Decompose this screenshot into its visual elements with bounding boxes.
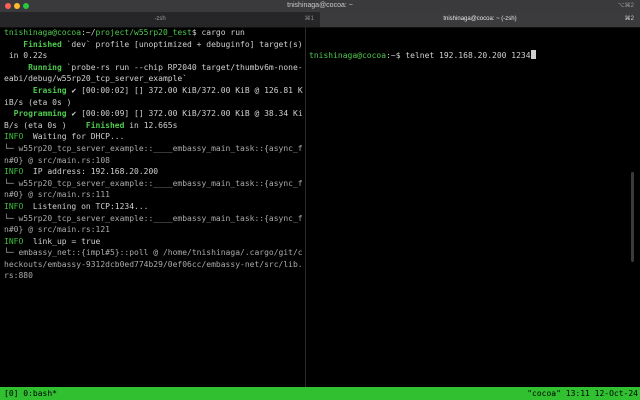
text-cursor <box>530 50 536 60</box>
tmux-status-bar: [0] 0:bash* "cocoa" 13:11 12-Oct-24 <box>0 387 640 400</box>
terminal-text: └─ w55rp20_tcp_server_example::____embas… <box>4 178 303 188</box>
terminal-line: Running `probe-rs run --chip RP2040 targ… <box>4 62 303 74</box>
terminal-text: Erasing <box>4 85 67 95</box>
terminal-text: ✔ [00:00:02] [] 372.00 KiB/372.00 KiB @ … <box>66 85 303 95</box>
terminal-text: INFO <box>4 201 24 211</box>
tab-shortcut: ⌘2 <box>624 16 634 22</box>
prompt-path: :~$ <box>386 51 406 61</box>
terminal-text: iB/s (eta 0s ) <box>4 97 72 107</box>
terminal-text: Listening on TCP:1234... <box>23 201 149 211</box>
terminal-line: └─ embassy_net::{impl#5}::poll @ /home/t… <box>4 247 303 259</box>
terminal-line: Erasing ✔ [00:00:02] [] 372.00 KiB/372.0… <box>4 85 303 97</box>
terminal-text: rs:880 <box>4 271 33 281</box>
window-titlebar: tnishinaga@cocoa: ~ ⌥⌘2 <box>0 0 640 12</box>
terminal-text: in 12.665s <box>124 120 178 130</box>
terminal-text: eabi/debug/w55rp20_tcp_server_example` <box>4 74 188 84</box>
window-title: tnishinaga@cocoa: ~ <box>287 2 353 9</box>
terminal-text: IP address: 192.168.20.200 <box>23 167 159 177</box>
terminal-line: rs:880 <box>4 270 303 282</box>
terminal-text: INFO <box>4 132 24 142</box>
terminal-text: heckouts/embassy-9312dcb0ed774b29/0ef06c… <box>4 259 303 269</box>
terminal-text: project/w55rp20_test <box>95 28 192 37</box>
terminal-text: n#0} @ src/main.rs:121 <box>4 225 110 235</box>
terminal-line: └─ w55rp20_tcp_server_example::____embas… <box>4 143 303 155</box>
terminal-text: └─ w55rp20_tcp_server_example::____embas… <box>4 143 303 153</box>
terminal-text: Programming <box>4 109 67 119</box>
terminal-pane-left[interactable]: tnishinaga@cocoa:~/project/w55rp20_test$… <box>4 27 303 387</box>
terminal-text: INFO <box>4 167 24 177</box>
terminal-text: B/s (eta 0s ) <box>4 120 67 130</box>
terminal-text: Finished <box>4 39 62 49</box>
minimize-button[interactable] <box>14 3 20 9</box>
status-session[interactable]: [0] 0:bash* <box>4 387 57 400</box>
tab-tnishinaga-cocoa[interactable]: tnishinaga@cocoa: ~ (-zsh) ⌘2 <box>320 12 640 27</box>
prompt-user: tnishinaga@cocoa <box>309 51 387 61</box>
terminal-text: tnishinaga@cocoa <box>4 28 82 37</box>
terminal-text: in 0.22s <box>4 51 48 61</box>
command-text: telnet 192.168.20.200 1234 <box>405 51 531 61</box>
close-button[interactable] <box>5 3 11 9</box>
terminal-line: n#0} @ src/main.rs:108 <box>4 155 303 167</box>
terminal-text: $ cargo run <box>191 28 245 37</box>
tab-zsh[interactable]: -zsh ⌘1 <box>0 12 320 27</box>
terminal-line: INFO Listening on TCP:1234... <box>4 201 303 213</box>
terminal-text: ✔ [00:00:09] [] 372.00 KiB/372.00 KiB @ … <box>66 109 303 119</box>
terminal-text: n#0} @ src/main.rs:108 <box>4 155 110 165</box>
terminal-text: Finished <box>66 120 125 130</box>
tab-label: -zsh <box>154 16 166 22</box>
terminal-line: tnishinaga@cocoa:~/project/w55rp20_test$… <box>4 27 303 39</box>
terminal-line: B/s (eta 0s ) Finished in 12.665s <box>4 120 303 132</box>
window-shortcut: ⌥⌘2 <box>617 3 634 9</box>
terminal-text: └─ w55rp20_tcp_server_example::____embas… <box>4 213 303 223</box>
terminal-line: eabi/debug/w55rp20_tcp_server_example` <box>4 73 303 85</box>
terminal-line: Programming ✔ [00:00:09] [] 372.00 KiB/3… <box>4 108 303 120</box>
tab-shortcut: ⌘1 <box>304 16 314 22</box>
terminal-text: `dev` profile [unoptimized + debuginfo] … <box>61 39 303 49</box>
zoom-button[interactable] <box>23 3 29 9</box>
terminal-line: INFO Waiting for DHCP... <box>4 131 303 143</box>
terminal-text: INFO <box>4 236 24 246</box>
terminal-line: tnishinaga@cocoa:~$ telnet 192.168.20.20… <box>309 50 635 62</box>
terminal-text: link_up = true <box>23 236 101 246</box>
terminal-line: n#0} @ src/main.rs:111 <box>4 189 303 201</box>
terminal-line: INFO link_up = true <box>4 236 303 248</box>
status-host-time: "cocoa" 13:11 12-Oct-24 <box>527 389 638 398</box>
terminal-line: heckouts/embassy-9312dcb0ed774b29/0ef06c… <box>4 259 303 271</box>
traffic-lights[interactable] <box>5 3 29 9</box>
terminal-pane-right[interactable]: tnishinaga@cocoa:~$ telnet 192.168.20.20… <box>309 27 635 387</box>
terminal-line: INFO IP address: 192.168.20.200 <box>4 166 303 178</box>
terminal-line: Finished `dev` profile [unoptimized + de… <box>4 39 303 51</box>
terminal-text: `probe-rs run --chip RP2040 target/thumb… <box>61 62 303 72</box>
pane-divider[interactable] <box>305 27 306 387</box>
tab-bar: -zsh ⌘1 tnishinaga@cocoa: ~ (-zsh) ⌘2 <box>0 12 640 28</box>
terminal-line: in 0.22s <box>4 50 303 62</box>
terminal-line: └─ w55rp20_tcp_server_example::____embas… <box>4 213 303 225</box>
terminal-text: Running <box>4 62 62 72</box>
tab-label: tnishinaga@cocoa: ~ (-zsh) <box>443 16 517 22</box>
terminal-text: :~/ <box>81 28 96 37</box>
terminal-text: Waiting for DHCP... <box>23 132 125 142</box>
terminal-text: └─ embassy_net::{impl#5}::poll @ /home/t… <box>4 248 303 258</box>
terminal-line: iB/s (eta 0s ) <box>4 97 303 109</box>
terminal-line: n#0} @ src/main.rs:121 <box>4 224 303 236</box>
scrollbar-thumb[interactable] <box>631 172 634 262</box>
terminal-line: └─ w55rp20_tcp_server_example::____embas… <box>4 178 303 190</box>
terminal-text: n#0} @ src/main.rs:111 <box>4 190 110 200</box>
